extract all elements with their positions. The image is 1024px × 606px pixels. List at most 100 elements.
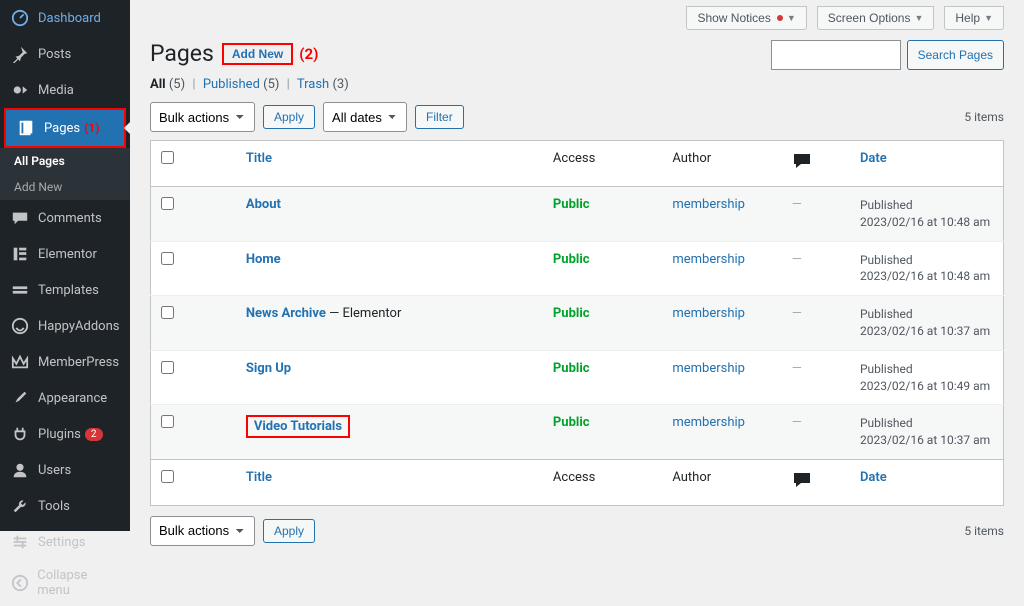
pin-icon [10, 44, 30, 64]
table-row: Home Public membership — Published2023/0… [151, 241, 1004, 296]
row-checkbox[interactable] [161, 415, 174, 428]
row-checkbox[interactable] [161, 306, 174, 319]
col-date[interactable]: Date [860, 470, 887, 485]
date-filter-select[interactable]: All dates [323, 102, 407, 132]
dashboard-icon [10, 8, 30, 28]
filter-row-top: Bulk actions Apply All dates Filter 5 it… [150, 102, 1004, 132]
publish-date: 2023/02/16 at 10:48 am [860, 269, 990, 283]
menu-dashboard[interactable]: Dashboard [0, 0, 130, 36]
select-all-checkbox-bottom[interactable] [161, 470, 174, 483]
select-all-checkbox[interactable] [161, 151, 174, 164]
media-icon [10, 80, 30, 100]
menu-collapse[interactable]: Collapse menu [0, 560, 130, 606]
wrench-icon [10, 496, 30, 516]
menu-plugins[interactable]: Plugins2 [0, 416, 130, 452]
comment-icon [10, 208, 30, 228]
submenu-all-pages[interactable]: All Pages [0, 148, 130, 174]
publish-status: Published [860, 416, 913, 430]
menu-tools[interactable]: Tools [0, 488, 130, 524]
count: (5) [263, 77, 279, 92]
bulk-action-select[interactable]: Bulk actions [150, 102, 255, 132]
comment-icon [792, 474, 812, 495]
user-icon [10, 460, 30, 480]
menu-label: Posts [38, 47, 71, 62]
menu-label: Comments [38, 211, 102, 226]
menu-comments[interactable]: Comments [0, 200, 130, 236]
label: Show Notices [697, 11, 770, 25]
collapse-icon [10, 573, 29, 593]
menu-label: Elementor [38, 247, 97, 262]
plug-icon [10, 424, 30, 444]
row-checkbox[interactable] [161, 197, 174, 210]
menu-label: HappyAddons [38, 319, 119, 334]
filter-trash[interactable]: Trash [297, 77, 329, 92]
menu-memberpress[interactable]: MemberPress [0, 344, 130, 380]
menu-label: Appearance [38, 391, 107, 406]
publish-date: 2023/02/16 at 10:49 am [860, 379, 990, 393]
col-title[interactable]: Title [246, 470, 272, 485]
main-content: Show Notices ▼ Screen Options▼ Help ▼ Page… [130, 0, 1024, 531]
update-badge: 2 [85, 428, 103, 441]
annotation: (2) [299, 45, 318, 63]
menu-appearance[interactable]: Appearance [0, 380, 130, 416]
page-title-link[interactable]: About [246, 197, 281, 212]
screen-options-button[interactable]: Screen Options▼ [817, 6, 935, 30]
table-row: About Public membership — Published2023/… [151, 187, 1004, 242]
menu-label: Media [38, 83, 74, 98]
elementor-icon [10, 244, 30, 264]
count: (5) [169, 77, 185, 92]
comment-icon [792, 155, 812, 176]
count: (3) [332, 77, 348, 92]
caret-down-icon: ▼ [984, 13, 993, 23]
page-title-link[interactable]: Home [246, 252, 281, 267]
templates-icon [10, 280, 30, 300]
menu-users[interactable]: Users [0, 452, 130, 488]
menu-posts[interactable]: Posts [0, 36, 130, 72]
access-label: Public [553, 306, 590, 321]
submenu-add-new[interactable]: Add New [0, 174, 130, 200]
comment-count: — [792, 197, 802, 212]
add-new-button[interactable]: Add New [222, 43, 293, 65]
filter-button[interactable]: Filter [415, 105, 464, 129]
author-link[interactable]: membership [672, 197, 745, 212]
show-notices-button[interactable]: Show Notices ▼ [686, 6, 806, 30]
search-input[interactable] [771, 40, 901, 70]
pages-table: Title Access Author Date About Public me… [150, 140, 1004, 506]
menu-happyaddons[interactable]: HappyAddons [0, 308, 130, 344]
title-suffix: — Elementor [326, 306, 401, 321]
menu-settings[interactable]: Settings [0, 524, 130, 560]
filter-published[interactable]: Published [203, 77, 260, 92]
publish-status: Published [860, 362, 913, 376]
author-link[interactable]: membership [672, 306, 745, 321]
author-link[interactable]: membership [672, 415, 745, 430]
row-checkbox[interactable] [161, 252, 174, 265]
page-title: Pages [150, 40, 214, 67]
menu-pages[interactable]: Pages(1) [6, 110, 124, 146]
apply-button[interactable]: Apply [263, 105, 315, 129]
table-row: Sign Up Public membership — Published202… [151, 350, 1004, 405]
menu-label: Collapse menu [37, 568, 120, 598]
notice-dot-icon [777, 15, 783, 21]
label: Help [955, 11, 980, 25]
col-date[interactable]: Date [860, 151, 887, 166]
col-title[interactable]: Title [246, 151, 272, 166]
filter-all[interactable]: All [150, 77, 166, 92]
label: Screen Options [828, 11, 911, 25]
page-title-link[interactable]: Sign Up [246, 361, 291, 376]
author-link[interactable]: membership [672, 252, 745, 267]
menu-elementor[interactable]: Elementor [0, 236, 130, 272]
menu-media[interactable]: Media [0, 72, 130, 108]
page-title-link[interactable]: Video Tutorials [254, 419, 342, 434]
help-button[interactable]: Help ▼ [944, 6, 1004, 30]
caret-down-icon: ▼ [787, 13, 796, 23]
page-icon [16, 118, 36, 138]
menu-templates[interactable]: Templates [0, 272, 130, 308]
row-checkbox[interactable] [161, 361, 174, 374]
page-title-link[interactable]: News Archive [246, 306, 326, 321]
search-pages-button[interactable]: Search Pages [907, 40, 1004, 70]
publish-date: 2023/02/16 at 10:37 am [860, 433, 990, 447]
brush-icon [10, 388, 30, 408]
comment-count: — [792, 361, 802, 376]
author-link[interactable]: membership [672, 361, 745, 376]
menu-label: MemberPress [38, 355, 119, 370]
